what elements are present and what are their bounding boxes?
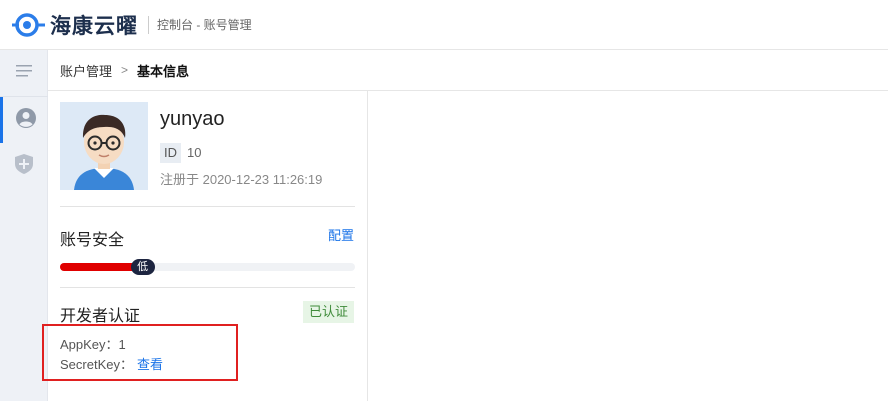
brand-logo[interactable]: 海康云曜	[12, 10, 138, 40]
top-bar: 海康云曜 控制台 - 账号管理	[0, 0, 888, 50]
app-key-line: AppKey：1	[60, 337, 126, 352]
breadcrumb-current: 基本信息	[137, 63, 190, 79]
breadcrumb: 账户管理 > 基本信息	[48, 50, 888, 91]
user-id-value: 10	[187, 145, 202, 160]
secret-key-label: SecretKey：	[60, 357, 133, 372]
configure-link[interactable]: 配置	[328, 225, 354, 244]
user-icon	[15, 107, 36, 133]
account-security-title: 账号安全	[60, 232, 125, 249]
menu-lines-icon	[16, 64, 32, 82]
view-secret-link[interactable]: 查看	[137, 357, 163, 372]
sidebar-item-account[interactable]	[0, 97, 48, 143]
sidebar-toggle[interactable]	[0, 50, 48, 96]
brand-name: 海康云曜	[50, 14, 138, 38]
divider	[60, 206, 355, 207]
profile-card: yunyao ID 10 注册于 2020-12-23 11:26:19 账号安…	[42, 91, 368, 401]
sidebar	[0, 50, 48, 401]
id-badge: ID	[160, 143, 181, 163]
divider	[60, 287, 355, 288]
chevron-right-icon: >	[121, 63, 129, 77]
developer-auth-title: 开发者认证	[60, 308, 141, 325]
avatar	[60, 102, 148, 190]
secret-key-line: SecretKey： 查看	[60, 354, 163, 373]
brand-logo-icon	[12, 12, 46, 37]
security-level-badge: 低	[130, 259, 155, 275]
sidebar-item-security[interactable]	[0, 143, 48, 189]
page-context: 控制台 - 账号管理	[157, 18, 252, 32]
shield-plus-icon	[15, 153, 33, 179]
registration-date: 注册于 2020-12-23 11:26:19	[160, 172, 323, 187]
security-level-bar: 低	[60, 259, 355, 275]
breadcrumb-parent[interactable]: 账户管理	[60, 61, 112, 80]
main-content: yunyao ID 10 注册于 2020-12-23 11:26:19 账号安…	[42, 91, 888, 401]
verified-badge: 已认证	[302, 301, 354, 323]
header-divider	[148, 15, 149, 34]
username: yunyao	[160, 108, 225, 130]
